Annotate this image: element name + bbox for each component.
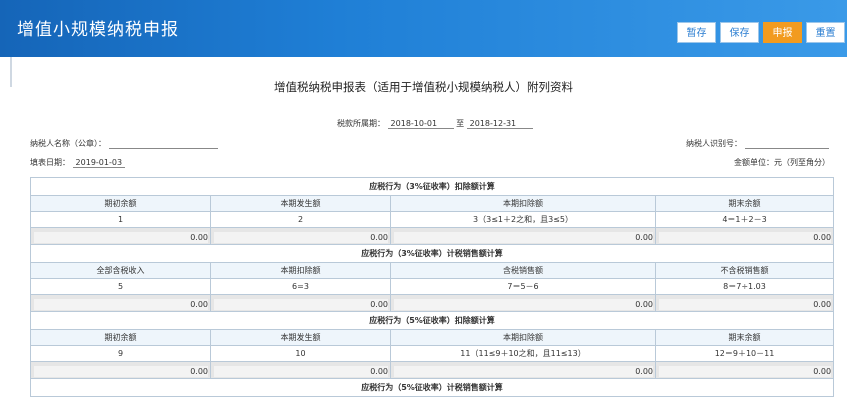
taxpayer-name: 纳税人名称（公章）：: [30, 138, 218, 149]
value-input[interactable]: 0.00: [214, 298, 388, 310]
value-cell[interactable]: 0.00: [210, 227, 391, 245]
column-label: 本期扣除额: [390, 329, 656, 346]
section-title: 应税行为（5%征收率）扣除额计算: [29, 311, 835, 330]
formula-cell: 4＝1＋2－3: [654, 211, 835, 228]
formula-cell: 3（3≤1＋2之和，且3≤5）: [390, 211, 656, 228]
fill-date: 填表日期： 2019-01-03: [30, 157, 126, 168]
value-cell[interactable]: 0.00: [654, 227, 835, 245]
value-cell[interactable]: 0.00: [30, 294, 211, 312]
section-header: 应税行为（5%征收率）扣除额计算: [29, 311, 835, 330]
app-header: 增值小规模纳税申报 暂存 保存 申报 重置: [0, 0, 847, 57]
formula-row: 9 10 11（11≤9＋10之和，且11≤13） 12＝9＋10－11: [30, 345, 835, 362]
taxpayer-name-label: 纳税人名称（公章）：: [30, 139, 106, 148]
column-label: 期初余额: [30, 195, 211, 212]
column-label: 本期扣除额: [390, 195, 656, 212]
period-end-field[interactable]: 2018-12-31: [466, 119, 533, 129]
save-button[interactable]: 保存: [720, 22, 759, 43]
value-input[interactable]: 0.00: [34, 365, 208, 377]
formula-cell: 9: [30, 345, 211, 362]
value-cell[interactable]: 0.00: [30, 361, 211, 379]
value-input[interactable]: 0.00: [394, 298, 653, 310]
value-cell[interactable]: 0.00: [390, 361, 656, 379]
value-cell[interactable]: 0.00: [210, 361, 391, 379]
value-cell[interactable]: 0.00: [390, 227, 656, 245]
formula-cell: 6=3: [210, 278, 391, 295]
value-cell[interactable]: 0.00: [654, 361, 835, 379]
formula-cell: 12＝9＋10－11: [654, 345, 835, 362]
taxpayer-id: 纳税人识别号：: [686, 138, 829, 149]
value-input[interactable]: 0.00: [659, 231, 832, 243]
column-label-row: 期初余额 本期发生额 本期扣除额 期末余额: [30, 329, 835, 346]
section-title: 应税行为（3%征收率）扣除额计算: [29, 177, 835, 196]
value-row: 0.00 0.00 0.00 0.00: [30, 294, 835, 312]
formula-cell: 7＝5－6: [390, 278, 656, 295]
amount-unit: 金额单位：元（列至角分）: [734, 158, 830, 167]
form-title: 增值税纳税申报表（适用于增值税小规模纳税人）附列资料: [274, 80, 573, 94]
temp-save-button[interactable]: 暂存: [677, 22, 716, 43]
value-input[interactable]: 0.00: [214, 365, 388, 377]
column-label: 全部含税收入: [30, 262, 211, 279]
value-row: 0.00 0.00 0.00 0.00: [30, 227, 835, 245]
formula-row: 1 2 3（3≤1＋2之和，且3≤5） 4＝1＋2－3: [30, 211, 835, 228]
column-label: 含税销售额: [390, 262, 656, 279]
period-start-field[interactable]: 2018-10-01: [387, 119, 454, 129]
tax-period: 税款所属期： 2018-10-01 至 2018-12-31: [337, 118, 533, 129]
column-label: 期初余额: [30, 329, 211, 346]
formula-cell: 5: [30, 278, 211, 295]
column-label: 本期扣除额: [210, 262, 391, 279]
value-input[interactable]: 0.00: [394, 365, 653, 377]
section-header: 应税行为（3%征收率）计税销售额计算: [29, 244, 835, 263]
value-input[interactable]: 0.00: [214, 231, 388, 243]
formula-cell: 1: [30, 211, 211, 228]
formula-cell: 10: [210, 345, 391, 362]
period-to-label: 至: [456, 119, 465, 128]
column-label: 期末余额: [654, 195, 835, 212]
taxpayer-name-field[interactable]: [108, 139, 218, 149]
tax-period-label: 税款所属期：: [337, 119, 385, 128]
formula-row: 5 6=3 7＝5－6 8＝7÷1.03: [30, 278, 835, 295]
value-cell[interactable]: 0.00: [210, 294, 391, 312]
formula-cell: 2: [210, 211, 391, 228]
value-cell[interactable]: 0.00: [30, 227, 211, 245]
fill-date-field[interactable]: 2019-01-03: [72, 158, 126, 168]
taxpayer-id-field[interactable]: [744, 139, 829, 149]
value-input[interactable]: 0.00: [34, 298, 208, 310]
column-label-row: 全部含税收入 本期扣除额 含税销售额 不含税销售额: [30, 262, 835, 279]
column-label: 本期发生额: [210, 195, 391, 212]
value-input[interactable]: 0.00: [394, 231, 653, 243]
app-title: 增值小规模纳税申报: [17, 20, 179, 40]
column-label: 期末余额: [654, 329, 835, 346]
value-cell[interactable]: 0.00: [390, 294, 656, 312]
fill-date-label: 填表日期：: [30, 158, 70, 167]
attachment-table: 应税行为（3%征收率）扣除额计算 期初余额 本期发生额 本期扣除额 期末余额 1…: [29, 177, 835, 397]
taxpayer-id-label: 纳税人识别号：: [686, 139, 742, 148]
value-row: 0.00 0.00 0.00 0.00: [30, 361, 835, 379]
section-title: 应税行为（5%征收率）计税销售额计算: [29, 378, 835, 397]
value-input[interactable]: 0.00: [34, 231, 208, 243]
formula-cell: 11（11≤9＋10之和，且11≤13）: [390, 345, 656, 362]
section-header: 应税行为（3%征收率）扣除额计算: [29, 177, 835, 196]
column-label: 不含税销售额: [654, 262, 835, 279]
column-label-row: 期初余额 本期发生额 本期扣除额 期末余额: [30, 195, 835, 212]
value-input[interactable]: 0.00: [659, 298, 832, 310]
column-label: 本期发生额: [210, 329, 391, 346]
reset-button[interactable]: 重置: [806, 22, 845, 43]
submit-button[interactable]: 申报: [763, 22, 802, 43]
section-header: 应税行为（5%征收率）计税销售额计算: [29, 378, 835, 397]
value-cell[interactable]: 0.00: [654, 294, 835, 312]
section-title: 应税行为（3%征收率）计税销售额计算: [29, 244, 835, 263]
value-input[interactable]: 0.00: [659, 365, 832, 377]
formula-cell: 8＝7÷1.03: [654, 278, 835, 295]
